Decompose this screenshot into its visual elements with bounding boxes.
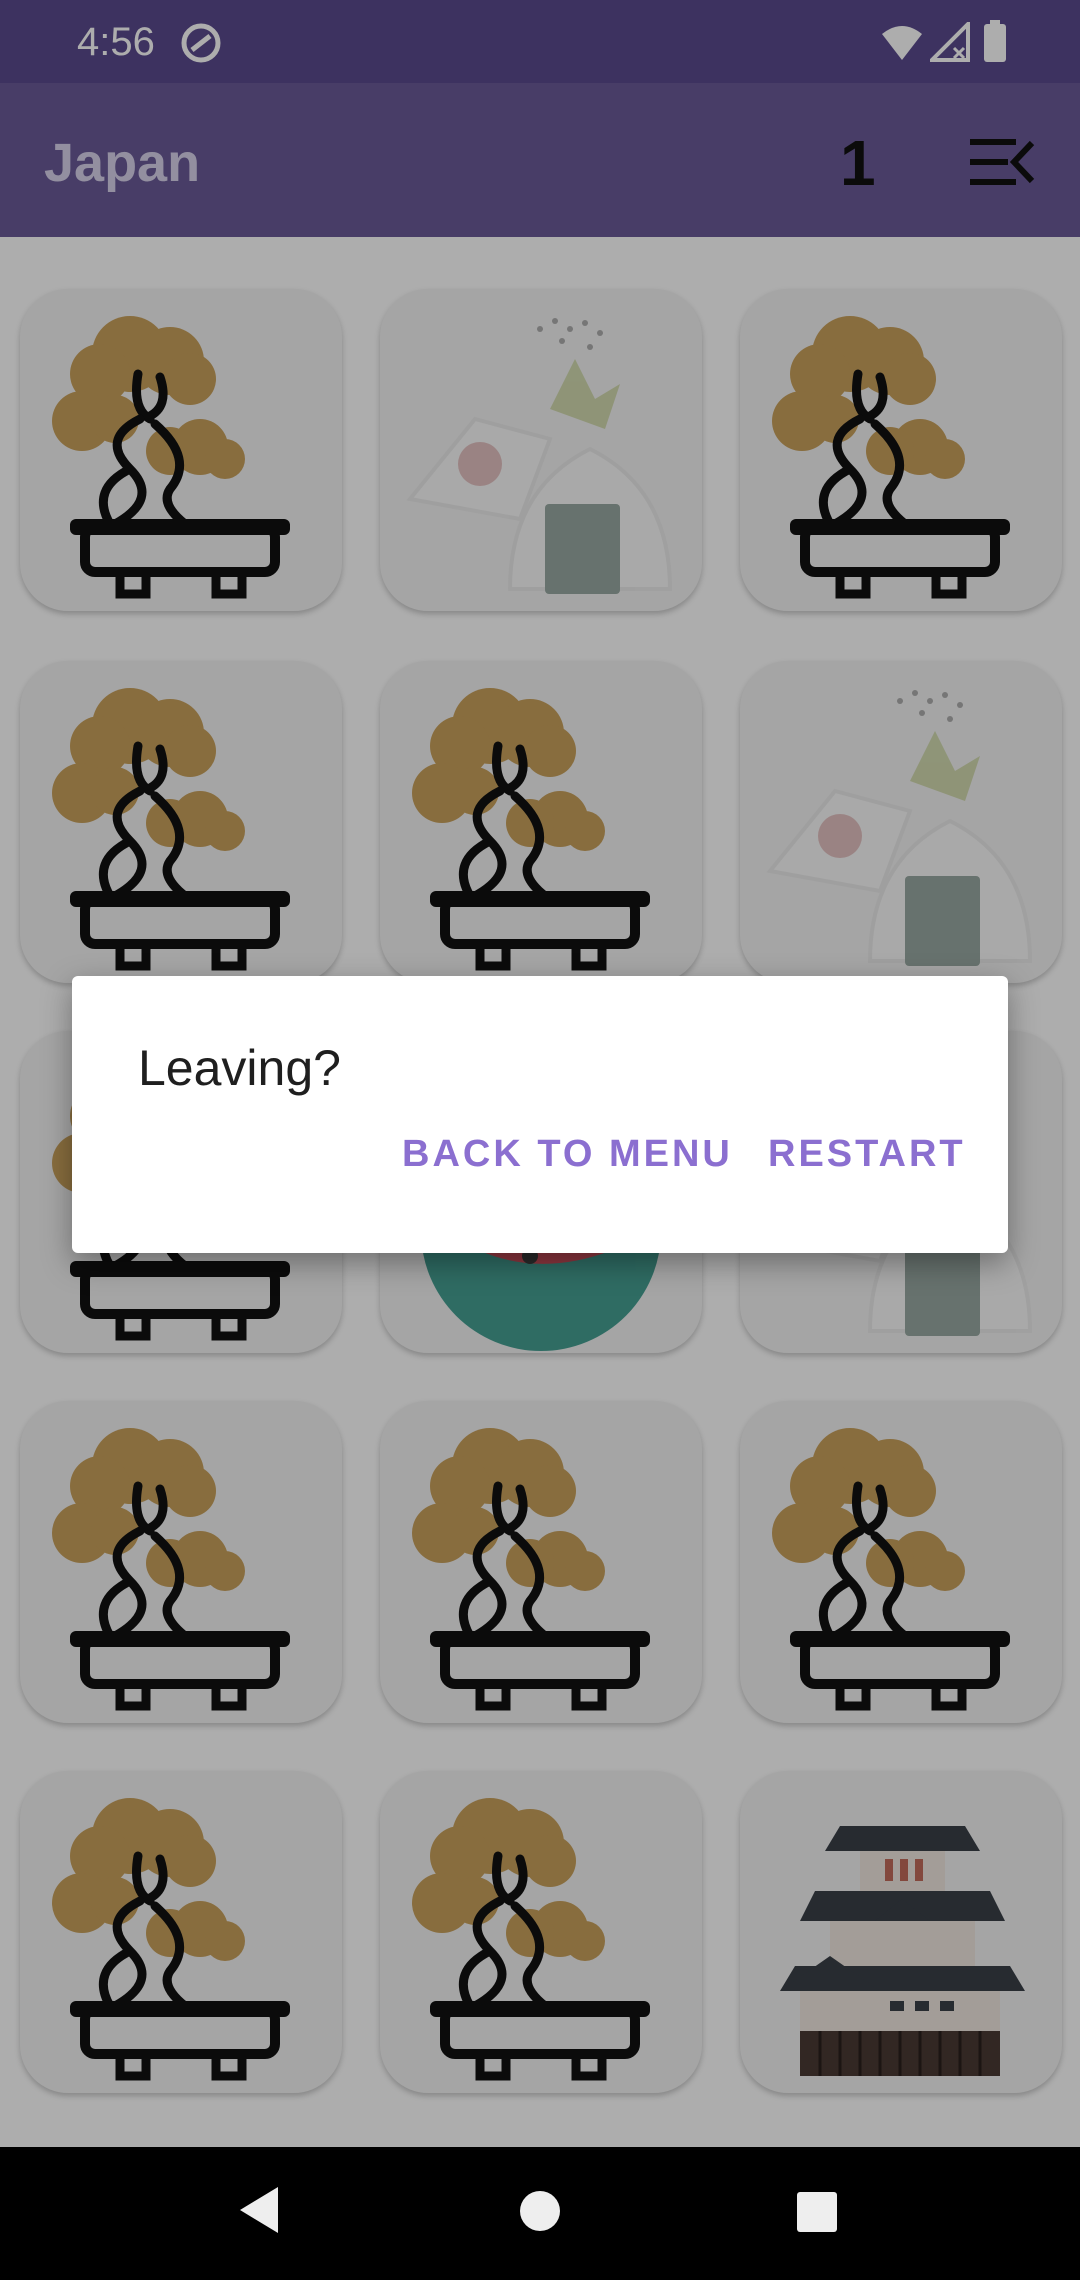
navigation-bar — [0, 2147, 1080, 2280]
back-to-menu-button[interactable]: BACK TO MENU — [402, 1126, 733, 1182]
back-icon[interactable] — [236, 2183, 282, 2237]
dialog-title: Leaving? — [138, 1040, 341, 1096]
home-icon[interactable] — [518, 2189, 562, 2233]
leave-dialog: Leaving? BACK TO MENU RESTART — [72, 976, 1008, 1253]
restart-button[interactable]: RESTART — [768, 1126, 966, 1182]
recents-icon[interactable] — [796, 2191, 838, 2233]
